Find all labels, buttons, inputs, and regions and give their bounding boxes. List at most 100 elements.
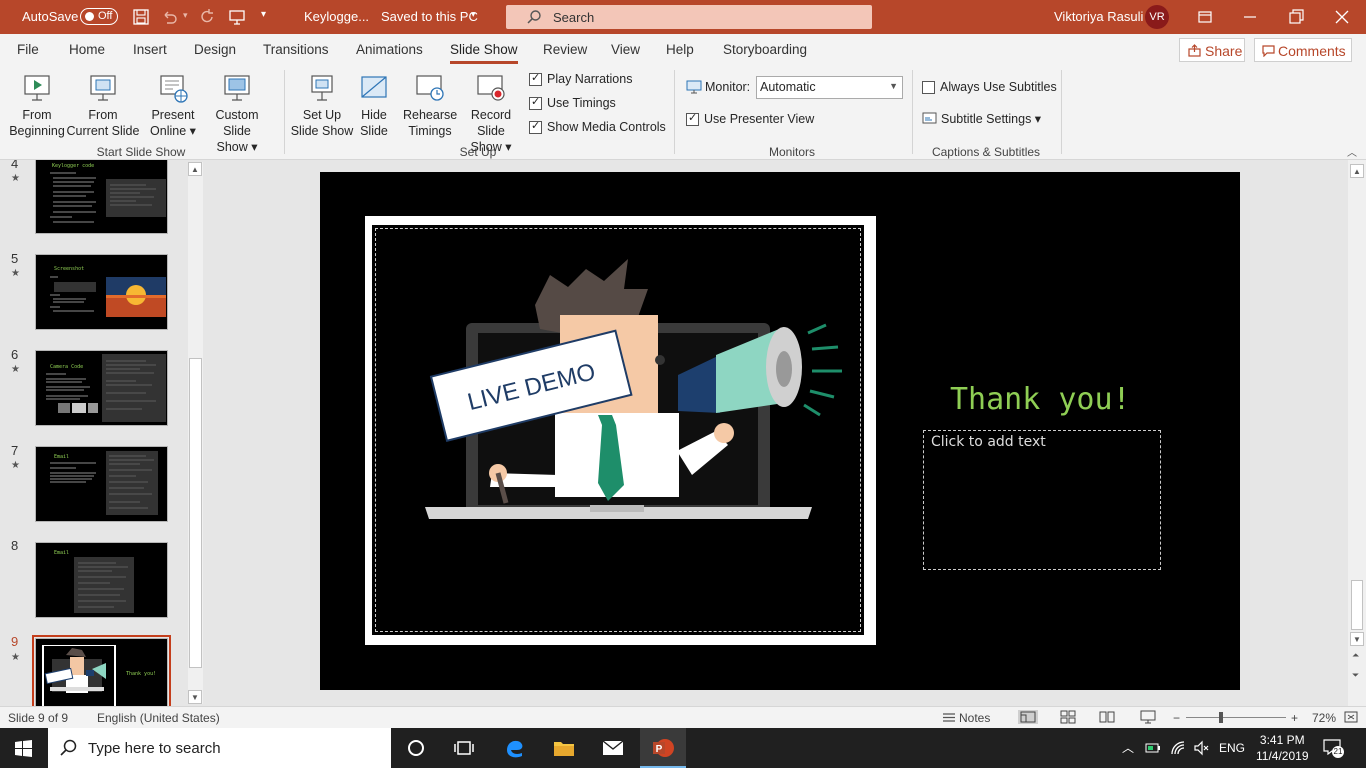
record-slide-show-button[interactable]: Record Slide Show ▾ <box>457 68 525 155</box>
canvas-scrollbar[interactable]: ▲ ▼ ⏶ ⏷ <box>1348 160 1366 706</box>
notes-button[interactable]: Notes <box>959 711 990 725</box>
next-slide-icon[interactable]: ⏷ <box>1352 670 1359 681</box>
input-language[interactable]: ENG <box>1219 741 1245 755</box>
previous-slide-icon[interactable]: ⏶ <box>1352 650 1359 661</box>
thumbnail-scrollbar[interactable]: ▲ ▼ <box>188 162 203 704</box>
checkbox-checked[interactable] <box>529 95 542 110</box>
action-center-button[interactable]: 21 <box>1323 739 1344 758</box>
task-view-icon[interactable] <box>452 736 476 760</box>
tab-home[interactable]: Home <box>69 42 105 57</box>
scroll-up-icon[interactable]: ▲ <box>188 162 202 176</box>
group-label-set-up: Set Up <box>459 145 497 159</box>
slide-thumbnail-9[interactable]: Thank you! <box>35 638 168 706</box>
hide-slide-button[interactable]: Hide Slide <box>355 68 393 139</box>
checkbox-checked[interactable] <box>686 111 699 126</box>
tab-review[interactable]: Review <box>543 42 587 57</box>
text-placeholder[interactable]: Click to add text <box>923 430 1161 570</box>
tab-design[interactable]: Design <box>194 42 236 57</box>
save-status[interactable]: Saved to this PC <box>381 9 478 24</box>
ribbon-display-options-icon[interactable] <box>1195 7 1215 27</box>
tab-file[interactable]: File <box>17 42 39 57</box>
scroll-down-icon[interactable]: ▼ <box>188 690 202 704</box>
show-hidden-icons-icon[interactable]: ︿ <box>1122 739 1134 756</box>
tab-slide-show[interactable]: Slide Show <box>450 42 518 64</box>
undo-dropdown-icon[interactable]: ▾ <box>183 10 188 21</box>
undo-icon[interactable] <box>160 8 178 26</box>
thank-you-text[interactable]: Thank you! <box>320 382 1240 417</box>
share-button[interactable]: Share <box>1179 38 1245 62</box>
animation-star-icon: ★ <box>11 652 20 663</box>
powerpoint-taskbar-button[interactable]: P <box>640 728 686 768</box>
edge-browser-icon[interactable] <box>503 736 527 760</box>
zoom-in-button[interactable]: + <box>1291 711 1298 725</box>
set-up-slide-show-button[interactable]: Set Up Slide Show <box>290 68 354 139</box>
scroll-down-icon[interactable]: ▼ <box>1350 632 1364 646</box>
svg-text:P: P <box>656 744 663 755</box>
tab-insert[interactable]: Insert <box>133 42 167 57</box>
picture-content: LIVE DEMO <box>371 224 865 636</box>
slide-show-view-icon[interactable] <box>1140 710 1156 724</box>
wifi-icon[interactable] <box>1170 740 1186 756</box>
subtitle-settings-label: Subtitle Settings ▾ <box>941 112 1042 126</box>
clock-date: 11/4/2019 <box>1256 749 1309 763</box>
reading-view-icon[interactable] <box>1099 710 1115 724</box>
slide-thumbnail-4[interactable]: Keylogger code <box>35 160 168 234</box>
save-status-chevron-icon[interactable]: ▾ <box>471 9 476 20</box>
file-explorer-icon[interactable] <box>552 736 576 760</box>
customize-toolbar-icon[interactable]: ▾ <box>261 9 266 20</box>
monitor-select[interactable]: Automatic ▼ <box>756 76 903 99</box>
save-icon[interactable] <box>132 8 150 26</box>
from-current-slide-button[interactable]: From Current Slide <box>66 68 140 139</box>
scrollbar-thumb[interactable] <box>1351 580 1363 630</box>
zoom-out-button[interactable]: − <box>1173 711 1180 725</box>
fit-slide-icon[interactable] <box>1343 710 1359 724</box>
slide-sorter-view-icon[interactable] <box>1060 710 1076 724</box>
scroll-up-icon[interactable]: ▲ <box>1350 164 1364 178</box>
present-from-start-icon[interactable] <box>228 8 246 26</box>
search-box[interactable]: Search <box>506 5 872 29</box>
from-beginning-button[interactable]: From Beginning <box>8 68 66 139</box>
battery-icon[interactable] <box>1145 741 1161 755</box>
checkbox-unchecked[interactable] <box>922 81 935 94</box>
language-indicator[interactable]: English (United States) <box>97 711 220 725</box>
collapse-ribbon-icon[interactable]: ︿ <box>1347 144 1357 159</box>
zoom-slider[interactable] <box>1186 717 1286 718</box>
slide-thumbnail-5[interactable]: Screenshot <box>35 254 168 330</box>
scrollbar-thumb[interactable] <box>189 358 202 668</box>
windows-start-icon[interactable] <box>15 740 32 757</box>
mail-icon[interactable] <box>601 736 625 760</box>
cortana-icon[interactable] <box>404 736 428 760</box>
taskbar-search-box[interactable]: Type here to search <box>48 728 391 768</box>
minimize-icon[interactable] <box>1240 7 1260 27</box>
checkbox-checked[interactable] <box>529 119 542 134</box>
current-slide[interactable]: LIVE DEMO Thank you! Click to add text <box>320 172 1240 690</box>
animation-star-icon: ★ <box>11 268 20 279</box>
comments-button[interactable]: Comments <box>1254 38 1352 62</box>
tab-storyboarding[interactable]: Storyboarding <box>723 42 807 57</box>
close-icon[interactable] <box>1332 7 1352 27</box>
system-clock[interactable]: 3:41 PM 11/4/2019 <box>1256 732 1309 764</box>
volume-muted-icon[interactable] <box>1193 740 1209 756</box>
tab-transitions[interactable]: Transitions <box>263 42 329 57</box>
custom-slide-show-button[interactable]: Custom Slide Show ▾ <box>200 68 274 155</box>
slide-thumbnail-8[interactable]: Email <box>35 542 168 618</box>
user-name[interactable]: Viktoriya Rasuli <box>1054 9 1143 24</box>
setup-show-icon <box>311 75 333 101</box>
zoom-slider-handle[interactable] <box>1219 712 1223 723</box>
play-from-current-icon <box>90 75 116 101</box>
restore-icon[interactable] <box>1286 7 1306 27</box>
normal-view-icon[interactable] <box>1018 710 1038 724</box>
autosave-toggle[interactable]: Off <box>80 8 118 25</box>
zoom-level[interactable]: 72% <box>1312 711 1336 725</box>
tab-help[interactable]: Help <box>666 42 694 57</box>
present-online-button[interactable]: Present Online ▾ <box>144 68 202 139</box>
tab-animations[interactable]: Animations <box>356 42 423 57</box>
tab-view[interactable]: View <box>611 42 640 57</box>
slide-thumbnail-7[interactable]: Email <box>35 446 168 522</box>
slide-thumbnail-6[interactable]: Camera Code <box>35 350 168 426</box>
checkbox-checked[interactable] <box>529 71 542 86</box>
rehearse-timings-button[interactable]: Rehearse Timings <box>403 68 457 139</box>
live-demo-picture[interactable]: LIVE DEMO <box>365 216 876 645</box>
redo-icon[interactable] <box>198 8 216 26</box>
avatar[interactable]: VR <box>1145 5 1169 29</box>
